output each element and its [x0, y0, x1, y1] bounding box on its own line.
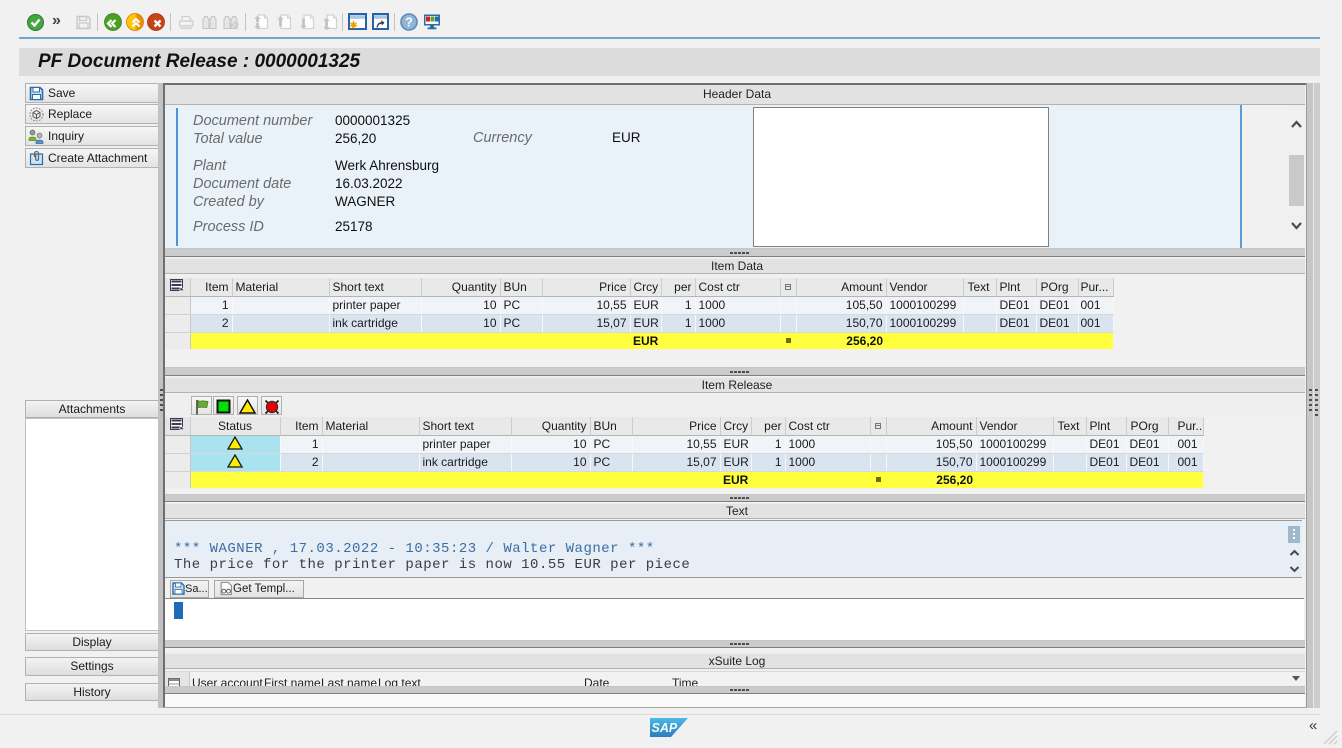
svg-text:?: ? — [405, 16, 413, 30]
svg-text:SAP: SAP — [652, 721, 678, 735]
